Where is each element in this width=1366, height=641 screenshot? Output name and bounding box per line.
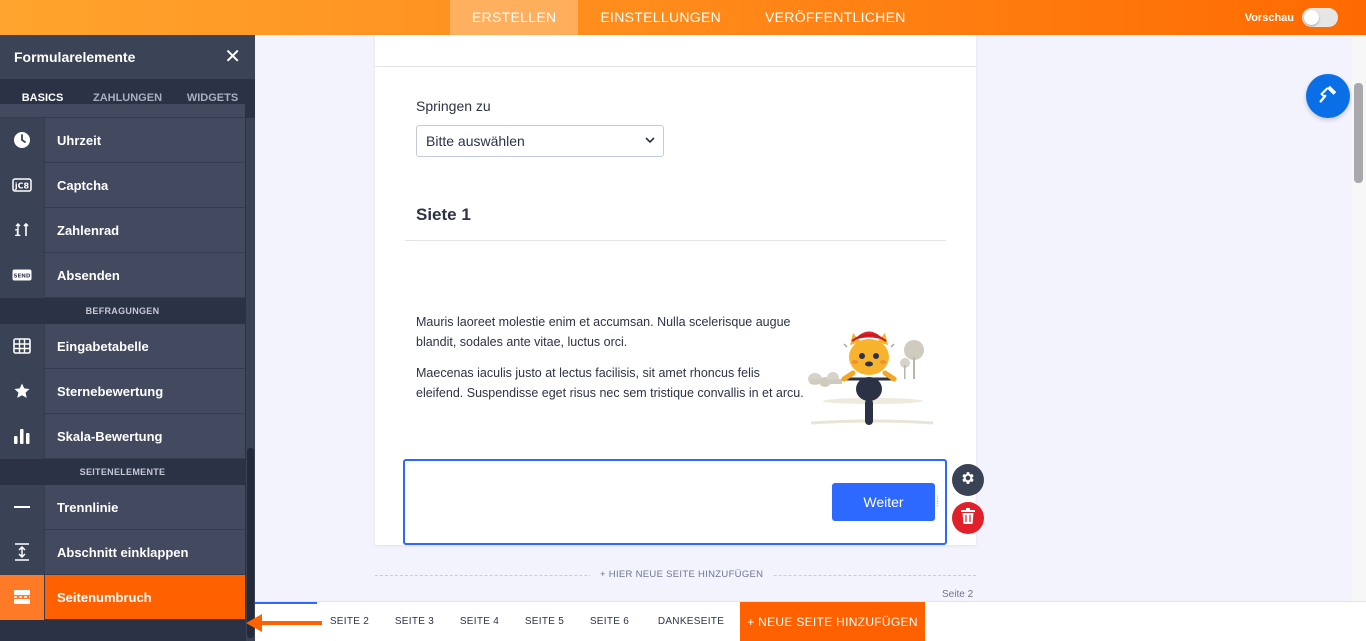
top-navigation-bar: ERSTELLEN EINSTELLUNGEN VERÖFFENTLICHEN … xyxy=(0,0,1366,35)
page-tab-seite-2[interactable]: SEITE 2 xyxy=(317,602,382,641)
element-seitenumbruch[interactable]: Seitenumbruch xyxy=(0,574,245,620)
captcha-icon: jC8 xyxy=(0,162,45,208)
panel-scrollbar[interactable] xyxy=(246,118,255,641)
element-label: Captcha xyxy=(57,177,109,193)
page-break-icon xyxy=(0,574,45,620)
field-settings-button[interactable] xyxy=(952,464,984,496)
element-label: Uhrzeit xyxy=(57,132,102,148)
section-seitenelemente: SEITENELEMENTE xyxy=(0,459,245,485)
tab-einstellungen[interactable]: EINSTELLUNGEN xyxy=(578,0,743,35)
add-new-page-button[interactable]: + NEUE SEITE HINZUFÜGEN xyxy=(740,602,925,641)
element-eingabetabelle[interactable]: Eingabetabelle xyxy=(0,323,245,369)
divider-icon xyxy=(0,484,45,530)
page-tabs-bar: SEITE 2 SEITE 3 SEITE 4 SEITE 5 SEITE 6 … xyxy=(255,601,1366,641)
divider xyxy=(375,66,976,67)
element-trennlinie[interactable]: Trennlinie xyxy=(0,484,245,530)
trash-icon xyxy=(961,507,975,529)
clock-icon xyxy=(0,117,45,163)
element-captcha[interactable]: jC8 Captcha xyxy=(0,162,245,208)
button-field-selected[interactable]: Weiter ⁝ ⁝ xyxy=(403,459,947,545)
page-tab-seite-5[interactable]: SEITE 5 xyxy=(512,602,577,641)
page-tab-seite-3[interactable]: SEITE 3 xyxy=(382,602,447,641)
list-item-cut xyxy=(0,104,245,118)
svg-text:jC8: jC8 xyxy=(14,182,30,191)
delete-field-button[interactable] xyxy=(952,502,984,534)
divider xyxy=(405,240,946,241)
element-list: Uhrzeit jC8 Captcha 1 Zahlenrad SEND Abs… xyxy=(0,104,245,620)
element-label: Trennlinie xyxy=(57,499,119,515)
section-befragungen: BEFRAGUNGEN xyxy=(0,298,245,324)
svg-text:SEND: SEND xyxy=(14,274,31,280)
gear-icon xyxy=(960,470,976,491)
element-abschnitt-einklappen[interactable]: Abschnitt einklappen xyxy=(0,529,245,575)
jump-to-value: Bitte auswählen xyxy=(426,133,525,149)
scrollbar-thumb[interactable] xyxy=(247,448,254,638)
form-elements-panel: Formularelemente ✕ BASICS ZAHLUNGEN WIDG… xyxy=(0,35,255,641)
cyclist-illustration xyxy=(807,317,937,434)
jump-to-select[interactable]: Bitte auswählen xyxy=(416,125,664,157)
drag-handle-icon[interactable]: ⁝ ⁝ xyxy=(936,495,940,510)
element-label: Eingabetabelle xyxy=(57,338,149,354)
add-page-here-link[interactable]: + HIER NEUE SEITE HINZUFÜGEN xyxy=(590,569,774,580)
element-label: Abschnitt einklappen xyxy=(57,544,189,560)
element-uhrzeit[interactable]: Uhrzeit xyxy=(0,117,245,163)
element-label: Zahlenrad xyxy=(57,222,120,238)
panel-header: Formularelemente ✕ xyxy=(0,35,255,79)
bar-chart-icon xyxy=(0,413,45,459)
paragraph-text: Mauris laoreet molestie enim et accumsan… xyxy=(416,315,791,349)
spinner-icon: 1 xyxy=(0,207,45,253)
preview-control: Vorschau xyxy=(1245,8,1338,27)
element-label: Skala-Bewertung xyxy=(57,428,163,444)
next-button[interactable]: Weiter xyxy=(832,483,935,521)
element-absenden[interactable]: SEND Absenden xyxy=(0,252,245,298)
page-tab-seite-6[interactable]: SEITE 6 xyxy=(577,602,642,641)
next-page-label: Seite 2 xyxy=(942,589,974,600)
paragraph-text: Maecenas iaculis justo at lectus facilis… xyxy=(416,366,804,400)
scrollbar-thumb[interactable] xyxy=(1354,83,1363,183)
element-zahlenrad[interactable]: 1 Zahlenrad xyxy=(0,207,245,253)
preview-toggle[interactable] xyxy=(1302,8,1338,27)
close-icon[interactable]: ✕ xyxy=(224,47,241,67)
element-label: Absenden xyxy=(57,267,120,283)
table-icon xyxy=(0,323,45,369)
panel-title: Formularelemente xyxy=(14,49,136,65)
main-tabs: ERSTELLEN EINSTELLUNGEN VERÖFFENTLICHEN xyxy=(450,0,928,35)
paint-roller-icon xyxy=(1317,83,1339,110)
element-label: Sternebewertung xyxy=(57,383,164,399)
element-skala-bewertung[interactable]: Skala-Bewertung xyxy=(0,413,245,459)
page-tab-seite-4[interactable]: SEITE 4 xyxy=(447,602,512,641)
chevron-down-icon xyxy=(645,126,655,167)
element-label: Seitenumbruch xyxy=(57,589,152,605)
form-designer-button[interactable] xyxy=(1306,74,1350,118)
pointer-arrow-icon xyxy=(244,611,324,640)
tab-erstellen[interactable]: ERSTELLEN xyxy=(450,0,579,35)
star-icon xyxy=(0,368,45,414)
collapse-icon xyxy=(0,529,45,575)
page-tab-dankeseite[interactable]: DANKESEITE xyxy=(642,602,740,641)
send-icon: SEND xyxy=(0,252,45,298)
preview-label: Vorschau xyxy=(1244,11,1294,24)
page-title: Siete 1 xyxy=(416,205,471,224)
canvas-scrollbar[interactable] xyxy=(1352,35,1366,601)
tab-veroeffentlichen[interactable]: VERÖFFENTLICHEN xyxy=(743,0,928,35)
element-sternebewertung[interactable]: Sternebewertung xyxy=(0,368,245,414)
jump-to-label: Springen zu xyxy=(416,98,491,114)
